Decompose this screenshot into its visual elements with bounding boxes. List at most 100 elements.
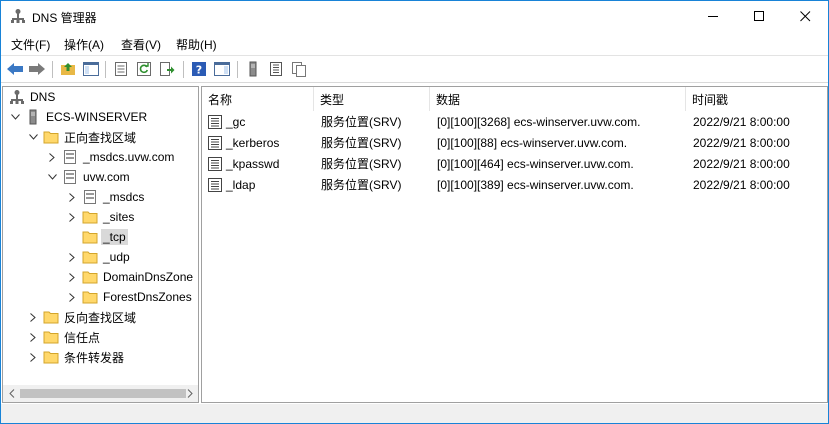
chevron-right-icon[interactable] (66, 191, 78, 203)
chevron-right-icon[interactable] (27, 331, 39, 343)
record-icon (208, 156, 222, 171)
tree-horizontal-scrollbar[interactable] (3, 385, 198, 402)
tree-item-uvw-zone[interactable]: uvw.com (46, 167, 130, 187)
tree-label: 信任点 (64, 330, 101, 345)
folder-icon (43, 351, 59, 364)
records-list-button[interactable] (267, 60, 285, 78)
scroll-thumb[interactable] (20, 389, 186, 398)
tree-item-udp[interactable]: _udp (66, 247, 130, 267)
chevron-right-icon (187, 389, 193, 398)
table-row[interactable]: _kpasswd 服务位置(SRV) [0][100][464] ecs-win… (202, 153, 827, 174)
tree-item-conditional-forwarders[interactable]: 条件转发器 (27, 347, 124, 367)
chevron-down-icon[interactable] (27, 131, 39, 143)
minimize-icon (707, 16, 718, 17)
toolbar: ? (1, 55, 828, 83)
folder-icon (82, 231, 98, 244)
tree-item-domain-dns-zones[interactable]: DomainDnsZone (66, 267, 193, 287)
tree-label: 条件转发器 (64, 350, 125, 365)
dns-manager-window: DNS 管理器 文件(F) 操作(A) 查看(V) 帮助(H) ? DNS EC… (0, 0, 829, 424)
export-list-icon (160, 62, 175, 76)
refresh-button[interactable] (135, 60, 153, 78)
action-pane-icon (214, 62, 230, 76)
back-button[interactable] (6, 60, 24, 78)
close-icon (799, 11, 810, 22)
table-row[interactable]: _kerberos 服务位置(SRV) [0][100][88] ecs-win… (202, 132, 827, 153)
console-tree-pane: DNS ECS-WINSERVER 正向查找区域 _msdcs.uvw.com … (2, 86, 199, 403)
chevron-right-icon[interactable] (46, 151, 58, 163)
tree-label: ECS-WINSERVER (46, 110, 148, 124)
chevron-right-icon[interactable] (66, 251, 78, 263)
tree-label: _msdcs (103, 190, 145, 204)
title-bar: DNS 管理器 (1, 1, 828, 32)
menu-help[interactable]: 帮助(H) (176, 36, 217, 53)
record-name: _ldap (226, 177, 256, 192)
record-icon (208, 177, 222, 192)
zone-icon (84, 190, 96, 204)
record-data: [0][100][88] ecs-winserver.uvw.com. (437, 135, 628, 150)
tree-item-msdcs-zone[interactable]: _msdcs.uvw.com (46, 147, 174, 167)
tree-label: uvw.com (83, 170, 130, 184)
toolbar-separator (52, 61, 53, 78)
tree-item-reverse-zones[interactable]: 反向查找区域 (27, 307, 136, 327)
help-button[interactable]: ? (190, 60, 208, 78)
server-button[interactable] (244, 60, 262, 78)
folder-icon (43, 131, 59, 144)
column-header-name[interactable]: 名称 (202, 87, 314, 111)
toolbar-separator (183, 61, 184, 78)
scroll-right-button[interactable] (181, 385, 198, 402)
copy-button[interactable] (290, 60, 308, 78)
tree-label: 反向查找区域 (64, 310, 137, 325)
menu-view[interactable]: 查看(V) (121, 36, 161, 53)
maximize-button[interactable] (736, 1, 782, 32)
tree-item-server[interactable]: ECS-WINSERVER (9, 107, 147, 127)
record-icon (208, 135, 222, 150)
column-header-data[interactable]: 数据 (430, 87, 686, 111)
column-header-timestamp[interactable]: 时间戳 (686, 87, 827, 111)
up-level-button[interactable] (59, 60, 77, 78)
record-name: _gc (226, 114, 246, 129)
menu-file[interactable]: 文件(F) (11, 36, 50, 53)
folder-icon (43, 311, 59, 324)
chevron-right-icon[interactable] (66, 211, 78, 223)
folder-icon (82, 271, 98, 284)
record-type: 服务位置(SRV) (321, 136, 402, 150)
server-icon (29, 109, 37, 125)
tree-label: _tcp (101, 229, 128, 245)
chevron-right-icon[interactable] (66, 291, 78, 303)
tree-item-forest-dns-zones[interactable]: ForestDnsZones (66, 287, 192, 307)
record-timestamp: 2022/9/21 8:00:00 (693, 114, 790, 129)
tree-label: _sites (103, 210, 135, 224)
menu-action[interactable]: 操作(A) (64, 36, 104, 53)
column-header-type[interactable]: 类型 (314, 87, 430, 111)
show-hide-tree-button[interactable] (82, 60, 100, 78)
table-row[interactable]: _ldap 服务位置(SRV) [0][100][389] ecs-winser… (202, 174, 827, 195)
tree-label: DNS (30, 90, 56, 104)
chevron-right-icon[interactable] (66, 271, 78, 283)
tree-item-sites[interactable]: _sites (66, 207, 134, 227)
minimize-button[interactable] (690, 1, 736, 32)
scroll-left-button[interactable] (3, 385, 20, 402)
chevron-right-icon[interactable] (27, 351, 39, 363)
chevron-down-icon[interactable] (9, 111, 21, 123)
forward-button[interactable] (28, 60, 46, 78)
close-button[interactable] (782, 1, 828, 32)
properties-button[interactable] (112, 60, 130, 78)
action-pane-button[interactable] (213, 60, 231, 78)
tree-item-msdcs[interactable]: _msdcs (66, 187, 144, 207)
folder-up-icon (61, 63, 75, 75)
tree-item-forward-zones[interactable]: 正向查找区域 (27, 127, 136, 147)
export-list-button[interactable] (158, 60, 176, 78)
back-arrow-icon (7, 63, 23, 75)
tree-item-tcp[interactable]: _tcp (82, 227, 128, 247)
dns-app-icon (11, 9, 25, 23)
tree-item-trust-points[interactable]: 信任点 (27, 327, 100, 347)
table-row[interactable]: _gc 服务位置(SRV) [0][100][3268] ecs-winserv… (202, 111, 827, 132)
chevron-down-icon[interactable] (46, 171, 58, 183)
tree-item-dns-root[interactable]: DNS (9, 87, 55, 107)
status-bar (1, 404, 828, 423)
chevron-right-icon[interactable] (27, 311, 39, 323)
record-type: 服务位置(SRV) (321, 157, 402, 171)
record-type: 服务位置(SRV) (321, 178, 402, 192)
zone-icon (64, 170, 76, 184)
folder-icon (43, 331, 59, 344)
